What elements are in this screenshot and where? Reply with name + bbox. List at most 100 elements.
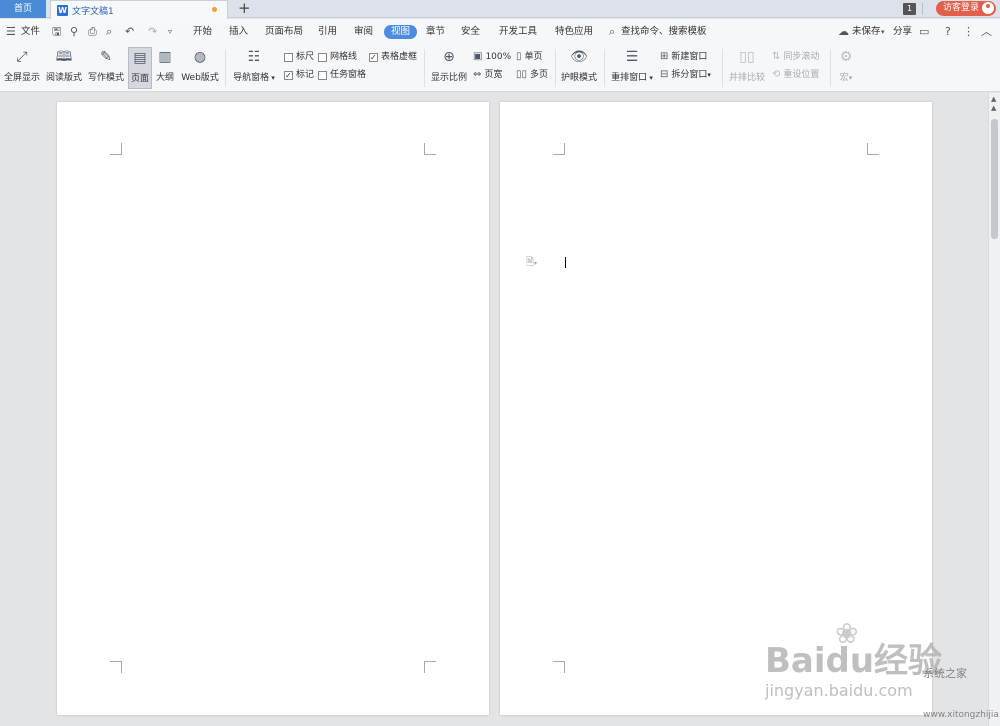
page-width-button[interactable]: ⇔ 页宽 <box>473 68 502 82</box>
customize-toolbar-icon[interactable]: ▿ <box>168 25 172 39</box>
reset-position-button[interactable]: ⟲ 重设位置 <box>772 68 819 82</box>
nav-pane-label: 导航窗格 <box>233 73 270 83</box>
single-page-label: 单页 <box>524 52 543 62</box>
macro-button[interactable]: ⚙ 宏▾ <box>835 47 857 89</box>
new-tab-button[interactable]: + <box>238 0 251 17</box>
web-view-button[interactable]: ◍ Web版式 <box>180 47 220 89</box>
document-page-1[interactable] <box>57 102 489 715</box>
sync-scroll-icon: ⇅ <box>772 51 781 62</box>
ruler-checkbox-box[interactable] <box>284 52 293 62</box>
window-count-badge[interactable]: 1 <box>903 3 916 15</box>
multi-page-icon: ▯▯ <box>516 69 528 80</box>
task-pane-checkbox-box[interactable] <box>318 70 327 80</box>
print-icon[interactable]: ⎙ <box>88 25 97 39</box>
nav-pane-button[interactable]: ☷ 导航窗格 ▾ <box>232 47 276 89</box>
menu-insert[interactable]: 插入 <box>229 19 248 45</box>
page-width-icon: ⇔ <box>473 69 482 80</box>
menu-view[interactable]: 视图 <box>384 25 418 39</box>
gridlines-checkbox[interactable]: 网格线 <box>318 50 357 64</box>
menu-home[interactable]: 开始 <box>193 19 212 45</box>
new-window-button[interactable]: ⊞ 新建窗口 <box>660 50 707 64</box>
avatar-icon <box>982 2 994 14</box>
menu-special-apps[interactable]: 特色应用 <box>555 19 593 45</box>
menu-page-layout[interactable]: 页面布局 <box>265 19 303 45</box>
fullscreen-label: 全屏显示 <box>3 73 40 83</box>
eye-mode-button[interactable]: 👁 护眼模式 <box>560 47 598 89</box>
guest-login-button[interactable]: 访客登录 <box>936 1 996 16</box>
task-pane-label: 任务窗格 <box>330 70 367 80</box>
cloud-icon: ☁ <box>838 25 849 38</box>
outline-view-label: 大纲 <box>155 73 174 83</box>
write-mode-button[interactable]: ✎ 写作模式 <box>87 47 125 89</box>
split-window-label: 拆分窗口 <box>671 70 708 80</box>
divider <box>604 49 605 87</box>
more-options-icon[interactable]: ⋮ <box>963 25 974 39</box>
sync-scroll-button[interactable]: ⇅ 同步滚动 <box>772 50 819 64</box>
task-pane-checkbox[interactable]: 任务窗格 <box>318 68 366 82</box>
multi-page-label: 多页 <box>530 70 549 80</box>
table-border-checkbox[interactable]: 表格虚框 <box>369 50 417 65</box>
document-page-2[interactable]: 🗎▾ <box>500 102 932 715</box>
chevron-up-icon[interactable]: ︿ <box>981 25 992 39</box>
nav-pane-icon: ☷ <box>247 49 261 65</box>
tab-home[interactable]: 首页 <box>0 0 46 18</box>
margin-corner-mark <box>553 661 565 673</box>
zoom-ratio-button[interactable]: ⊕ 显示比例 <box>430 47 468 89</box>
gridlines-checkbox-box[interactable] <box>318 52 327 62</box>
margin-corner-mark <box>110 661 122 673</box>
divider <box>830 49 831 87</box>
scroll-up-icon[interactable]: ▲ <box>991 95 996 103</box>
view-ribbon: ⤢ 全屏显示 🕮 阅读版式 ✎ 写作模式 ▤ 页面 ▥ 大纲 ◍ Web版式 ☷… <box>0 45 1000 92</box>
scroll-up-page-icon[interactable]: ▲ <box>991 104 996 112</box>
divider <box>424 49 425 87</box>
menu-references[interactable]: 引用 <box>318 19 337 45</box>
marks-checkbox[interactable]: 标记 <box>284 68 314 83</box>
save-icon[interactable]: 🖫 <box>52 25 61 39</box>
outline-icon: ▥ <box>158 49 172 65</box>
hamburger-menu-icon[interactable]: ☰ <box>6 25 16 39</box>
menu-security[interactable]: 安全 <box>461 19 480 45</box>
collapse-ribbon-icon[interactable]: ▭ <box>919 25 929 39</box>
page-view-button[interactable]: ▤ 页面 <box>128 47 152 89</box>
table-border-checkbox-box[interactable] <box>369 51 378 65</box>
text-cursor <box>565 257 566 268</box>
web-icon: ◍ <box>193 49 207 65</box>
gridlines-label: 网格线 <box>330 52 358 62</box>
watermark-site-name: 系统之家 <box>923 667 967 680</box>
ruler-checkbox[interactable]: 标尺 <box>284 50 314 64</box>
format-painter-icon[interactable]: ⚲ <box>70 25 78 39</box>
multi-page-button[interactable]: ▯▯ 多页 <box>516 68 548 82</box>
split-window-button[interactable]: ⊟ 拆分窗口 ▾ <box>660 68 711 82</box>
tab-document[interactable]: W 文字文稿1 <box>50 0 228 19</box>
menu-developer[interactable]: 开发工具 <box>499 19 537 45</box>
undo-icon[interactable]: ↶ <box>125 25 134 39</box>
save-status[interactable]: 未保存 <box>852 19 881 45</box>
scroll-thumb[interactable] <box>991 119 998 239</box>
help-icon[interactable]: ? <box>945 25 951 39</box>
side-by-side-button[interactable]: ▯▯ 并排比较 <box>727 47 767 89</box>
margin-corner-mark <box>424 143 436 155</box>
file-menu[interactable]: 文件 <box>21 19 40 45</box>
marks-checkbox-box[interactable] <box>284 69 293 83</box>
arrange-windows-button[interactable]: ☰ 重排窗口 ▾ <box>610 47 654 89</box>
menu-bar: ☰ 文件 🖫 ⚲ ⎙ ⌕ ↶ ↷ ▿ 开始 插入 页面布局 引用 审阅 视图 章… <box>0 19 1000 45</box>
chevron-down-icon[interactable]: ▾ <box>881 25 885 39</box>
menu-sections[interactable]: 章节 <box>426 19 445 45</box>
arrange-windows-label: 重排窗口 <box>611 73 648 83</box>
divider <box>922 3 923 15</box>
fullscreen-button[interactable]: ⤢ 全屏显示 <box>3 47 41 89</box>
macro-label: 宏 <box>839 73 849 83</box>
single-page-button[interactable]: ▯ 单页 <box>516 50 543 64</box>
share-button[interactable]: 分享 <box>893 19 912 45</box>
redo-icon[interactable]: ↷ <box>148 25 157 39</box>
fullscreen-icon: ⤢ <box>16 49 28 65</box>
paragraph-layout-icon[interactable]: 🗎▾ <box>526 255 537 272</box>
watermark-site-url: www.xitongzhijia.net <box>923 710 1000 720</box>
menu-review[interactable]: 审阅 <box>354 19 373 45</box>
tab-bar: 首页 W 文字文稿1 + 1 访客登录 <box>0 0 1000 19</box>
read-mode-button[interactable]: 🕮 阅读版式 <box>45 47 83 89</box>
print-preview-icon[interactable]: ⌕ <box>106 25 112 39</box>
command-search[interactable]: 查找命令、搜索模板 <box>621 19 707 45</box>
outline-view-button[interactable]: ▥ 大纲 <box>154 47 176 89</box>
zoom-100-button[interactable]: ▣ 100% <box>473 50 511 64</box>
